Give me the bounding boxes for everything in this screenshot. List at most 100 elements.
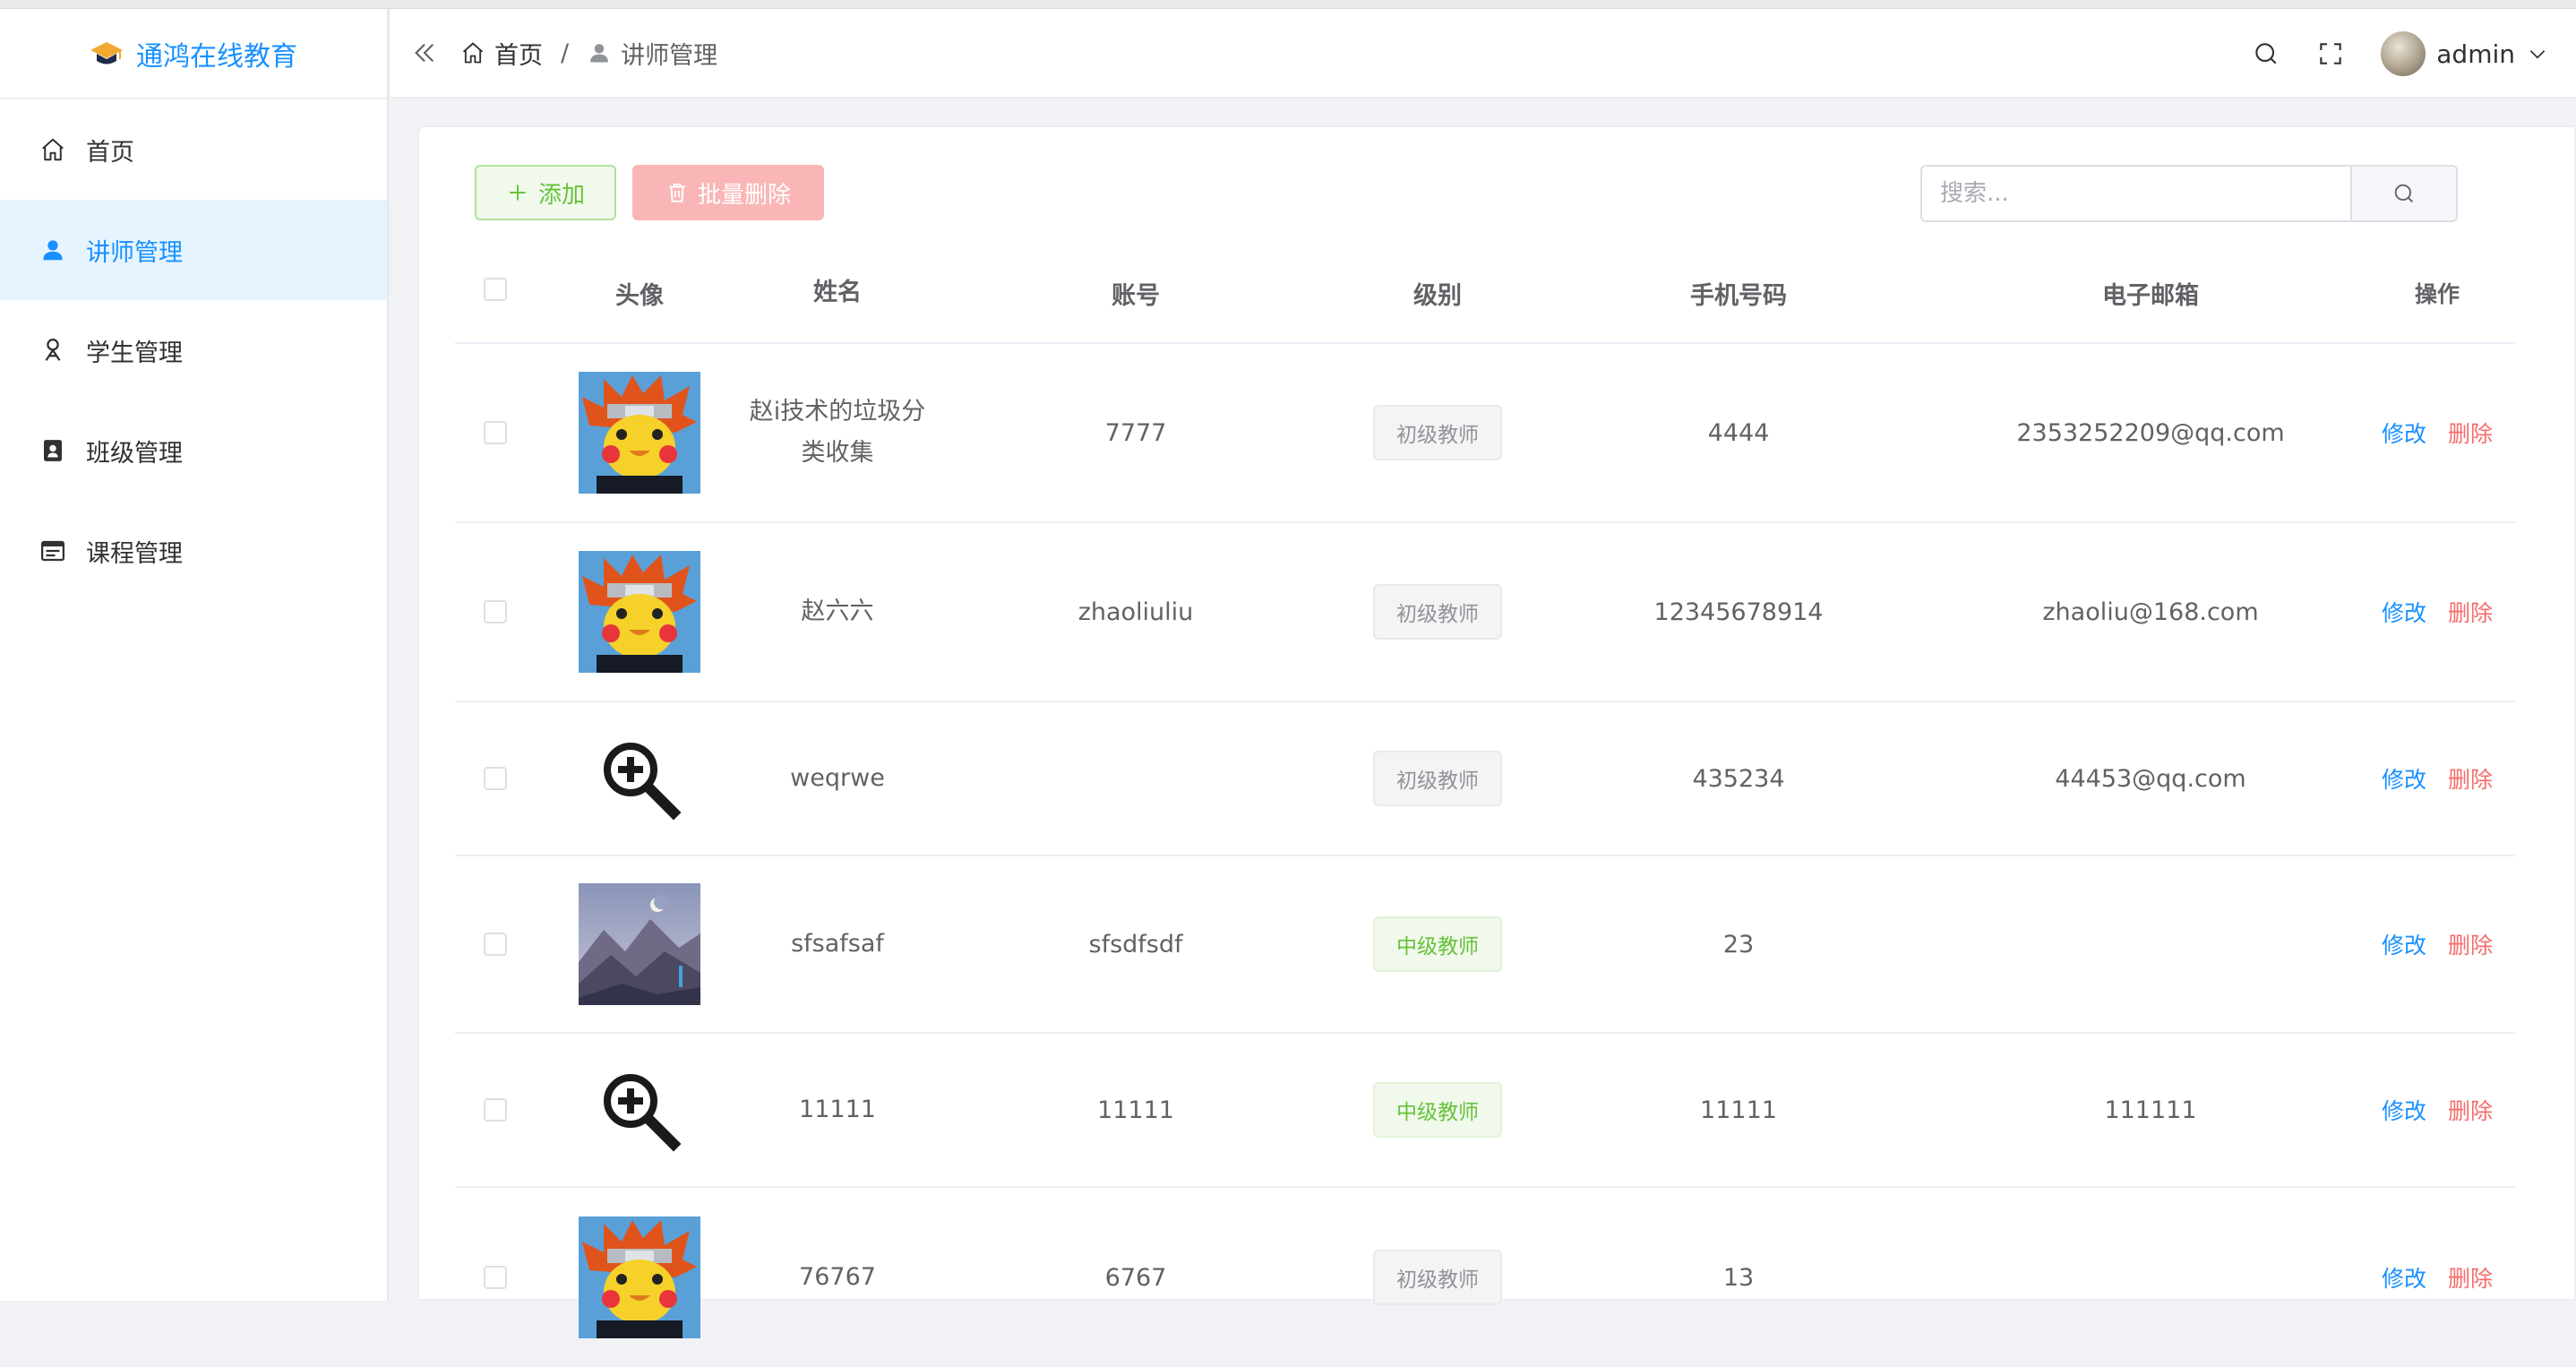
edit-link[interactable]: 修改 — [2382, 596, 2426, 628]
app-title: 通鸿在线教育 — [136, 40, 297, 73]
row-checkbox[interactable] — [484, 767, 507, 790]
home-icon — [462, 42, 484, 64]
table-row: 赵i技术的垃圾分类收集 7777 初级教师 4444 2353252209@qq… — [455, 344, 2515, 523]
edit-link[interactable]: 修改 — [2382, 417, 2426, 449]
table-row: 11111 11111 中级教师 11111 111111 修改 删除 — [455, 1034, 2515, 1188]
teacher-account: 11111 — [1097, 1096, 1174, 1124]
edit-link[interactable]: 修改 — [2382, 928, 2426, 960]
level-tag: 初级教师 — [1373, 751, 1502, 806]
delete-link[interactable]: 删除 — [2448, 928, 2493, 960]
course-icon — [41, 540, 64, 562]
search-input[interactable] — [1920, 165, 2350, 222]
edit-link[interactable]: 修改 — [2382, 1261, 2426, 1294]
teacher-phone: 4444 — [1707, 418, 1770, 447]
collapse-sidebar-icon[interactable] — [410, 39, 439, 67]
add-button[interactable]: 添加 — [475, 165, 616, 220]
batch-delete-label: 批量删除 — [697, 181, 791, 209]
delete-link[interactable]: 删除 — [2448, 596, 2493, 628]
teacher-email: 111111 — [2104, 1096, 2197, 1124]
teacher-account: 6767 — [1104, 1263, 1167, 1292]
search-box — [1920, 165, 2458, 222]
delete-link[interactable]: 删除 — [2448, 1094, 2493, 1126]
sidebar-item-teachers[interactable]: 讲师管理 — [0, 200, 387, 300]
table-header: 头像 姓名 账号 级别 手机号码 电子邮箱 操作 — [455, 244, 2515, 344]
batch-delete-button[interactable]: 批量删除 — [632, 165, 824, 220]
username[interactable]: admin — [2436, 39, 2515, 69]
column-header-email: 电子邮箱 — [2102, 281, 2199, 310]
trash-icon — [669, 183, 685, 202]
sidebar-item-students[interactable]: 学生管理 — [0, 300, 387, 400]
level-tag: 中级教师 — [1373, 1082, 1502, 1138]
add-button-label: 添加 — [537, 181, 585, 209]
row-checkbox[interactable] — [484, 1266, 507, 1289]
search-icon — [2394, 184, 2413, 202]
chevron-down-icon[interactable] — [2526, 42, 2549, 65]
avatar-cartoon-image — [579, 551, 700, 673]
teacher-table: 头像 姓名 账号 级别 手机号码 电子邮箱 操作 赵i技术的垃圾分类收集 777… — [455, 244, 2515, 1367]
avatar[interactable] — [2381, 31, 2426, 76]
sidebar-item-label: 讲师管理 — [86, 238, 183, 267]
teacher-account: sfsdfsdf — [1088, 930, 1183, 959]
teacher-name: 11111 — [799, 1096, 876, 1123]
delete-link[interactable]: 删除 — [2448, 417, 2493, 449]
sidebar-item-label: 学生管理 — [86, 339, 183, 367]
header-actions: admin — [2252, 9, 2549, 99]
fullscreen-icon[interactable] — [2316, 39, 2345, 68]
teacher-email: zhaoliu@168.com — [2042, 598, 2259, 626]
teacher-phone: 435234 — [1692, 764, 1785, 793]
avatar-cartoon-image — [579, 372, 700, 494]
column-header-phone: 手机号码 — [1690, 281, 1787, 310]
avatar-cartoon-image — [579, 1217, 700, 1338]
teacher-account: 7777 — [1104, 418, 1167, 447]
table-row: 赵六六 zhaoliuliu 初级教师 12345678914 zhaoliu@… — [455, 523, 2515, 702]
row-checkbox[interactable] — [484, 1098, 507, 1122]
select-all-checkbox[interactable] — [484, 278, 507, 301]
row-checkbox[interactable] — [484, 933, 507, 956]
row-checkbox[interactable] — [484, 600, 507, 623]
delete-link[interactable]: 删除 — [2448, 762, 2493, 795]
teacher-email: 44453@qq.com — [2055, 764, 2246, 793]
column-header-actions: 操作 — [2414, 281, 2460, 307]
breadcrumb-current: 讲师管理 — [621, 41, 718, 70]
level-tag: 中级教师 — [1373, 916, 1502, 972]
table-row: sfsafsaf sfsdfsdf 中级教师 23 修改 删除 — [455, 856, 2515, 1034]
delete-link[interactable]: 删除 — [2448, 1261, 2493, 1294]
sidebar-item-home[interactable]: 首页 — [0, 99, 387, 200]
avatar-mountain-image — [579, 883, 700, 1005]
table-row: 76767 6767 初级教师 13 修改 删除 — [455, 1188, 2515, 1367]
sidebar: 通鸿在线教育 首页 讲师管理 学生管理 班级管理 课程管理 — [0, 9, 389, 1301]
zoom-in-icon — [604, 743, 682, 821]
breadcrumb-separator: / — [561, 39, 570, 67]
sidebar-item-courses[interactable]: 课程管理 — [0, 501, 387, 601]
edit-link[interactable]: 修改 — [2382, 762, 2426, 795]
teacher-phone: 12345678914 — [1653, 598, 1824, 626]
breadcrumb-home[interactable]: 首页 — [494, 36, 543, 71]
sidebar-item-label: 课程管理 — [86, 539, 183, 568]
column-header-avatar: 头像 — [615, 281, 664, 310]
level-tag: 初级教师 — [1373, 584, 1502, 640]
search-icon[interactable] — [2252, 39, 2280, 68]
graduation-cap-icon — [90, 41, 123, 64]
column-header-level: 级别 — [1413, 281, 1462, 310]
user-icon — [43, 240, 63, 261]
sidebar-item-label: 班级管理 — [86, 439, 183, 468]
app-logo[interactable]: 通鸿在线教育 — [0, 9, 387, 99]
row-checkbox[interactable] — [484, 421, 507, 444]
level-tag: 初级教师 — [1373, 405, 1502, 460]
teacher-name: sfsafsaf — [791, 930, 884, 958]
home-icon — [42, 138, 64, 161]
plus-icon — [510, 185, 526, 201]
search-button[interactable] — [2350, 165, 2458, 222]
column-header-account: 账号 — [1112, 281, 1160, 310]
teacher-name: 赵i技术的垃圾分类收集 — [749, 398, 926, 467]
student-icon — [45, 339, 61, 361]
teacher-name: 赵六六 — [801, 598, 874, 625]
edit-link[interactable]: 修改 — [2382, 1094, 2426, 1126]
main-card: 添加 批量删除 头像 姓名 账号 级别 手机号码 电子邮箱 操作 — [417, 125, 2576, 1338]
sidebar-item-classes[interactable]: 班级管理 — [0, 400, 387, 501]
teacher-account: zhaoliuliu — [1078, 598, 1194, 626]
window-top-bar — [0, 0, 2576, 9]
class-icon — [44, 440, 62, 461]
breadcrumb: 首页 / 讲师管理 — [460, 36, 717, 71]
teacher-name: 76767 — [799, 1263, 876, 1291]
